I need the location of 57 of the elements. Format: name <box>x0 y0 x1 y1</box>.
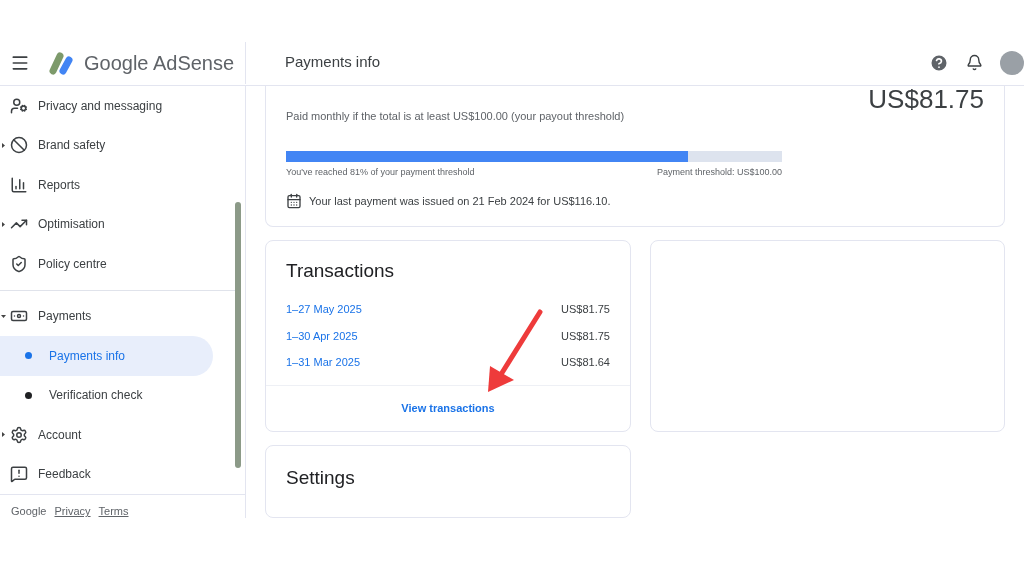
nav-label: Reports <box>38 176 81 194</box>
nav-label: Policy centre <box>38 255 107 273</box>
threshold-note: Paid monthly if the total is at least US$100.00 (your payout threshold) <box>286 109 626 124</box>
nav-label: Feedback <box>38 466 91 484</box>
earnings-amount: US$81.75 <box>868 86 984 116</box>
view-transactions-link[interactable]: View transactions <box>401 399 495 417</box>
caret-icon[interactable] <box>1 432 6 438</box>
progress-caption: You've reached 81% of your payment threshold <box>286 165 475 179</box>
nav-item[interactable]: Policy centre <box>0 244 213 284</box>
nav-item[interactable]: Payments <box>0 296 213 336</box>
bullet-icon <box>25 391 32 399</box>
nav-label: Payments info <box>49 347 126 365</box>
scrollbar-thumb[interactable] <box>235 202 241 468</box>
nav-item[interactable]: Privacy and messaging <box>0 86 213 126</box>
caret-icon[interactable] <box>1 313 6 319</box>
bullet-icon <box>25 352 32 360</box>
logo-icon <box>46 50 76 75</box>
nav-label: Optimisation <box>38 216 105 234</box>
nav-subitem[interactable]: Payments info <box>0 336 213 376</box>
threshold-caption: Payment threshold: US$100.00 <box>656 165 782 179</box>
caret-icon[interactable] <box>1 221 6 227</box>
nav-item[interactable]: Optimisation <box>0 204 213 244</box>
footer-link[interactable]: Privacy <box>54 503 91 518</box>
caret-icon[interactable] <box>1 142 6 148</box>
card-title: Transactions <box>285 258 396 283</box>
transaction-amount: US$81.75 <box>561 302 610 317</box>
transaction-period-link[interactable]: 1–31 Mar 2025 <box>286 354 360 371</box>
help-icon[interactable] <box>929 52 949 73</box>
nav-item[interactable]: Account <box>0 415 213 455</box>
nav-label: Brand safety <box>38 137 106 155</box>
page-title: Payments info <box>285 52 381 73</box>
transaction-period-link[interactable]: 1–30 Apr 2025 <box>286 327 358 344</box>
nav-label: Account <box>38 426 82 444</box>
prohibited-icon <box>10 136 28 155</box>
nav-label: Privacy and messaging <box>38 97 163 115</box>
nav-item[interactable]: Brand safety <box>0 125 213 165</box>
footer-brand: Google <box>11 504 47 518</box>
nav-label: Verification check <box>49 387 143 405</box>
nav-item[interactable]: Reports <box>0 165 213 205</box>
last-payment-text: Your last payment was issued on 21 Feb 2024 for US$116.10. <box>309 194 611 209</box>
calendar-icon <box>286 193 302 210</box>
avatar[interactable] <box>1000 50 1024 75</box>
footer-link[interactable]: Terms <box>98 503 129 518</box>
transaction-amount: US$81.75 <box>561 328 610 344</box>
logo-text: Google AdSense <box>84 50 235 76</box>
nav-subitem[interactable]: Verification check <box>0 375 213 415</box>
nav-item[interactable]: Feedback <box>0 454 213 494</box>
bar-chart-icon <box>10 175 28 194</box>
person-gear-icon <box>10 96 28 115</box>
transaction-period-link[interactable]: 1–27 May 2025 <box>286 301 362 318</box>
feedback-icon <box>10 465 28 484</box>
nav-label: Payments <box>38 308 92 326</box>
shield-icon <box>10 254 28 273</box>
transaction-amount: US$81.64 <box>561 355 610 370</box>
notification-icon[interactable] <box>966 54 983 71</box>
card-title: Settings <box>286 465 356 490</box>
settings-icon <box>10 425 28 444</box>
